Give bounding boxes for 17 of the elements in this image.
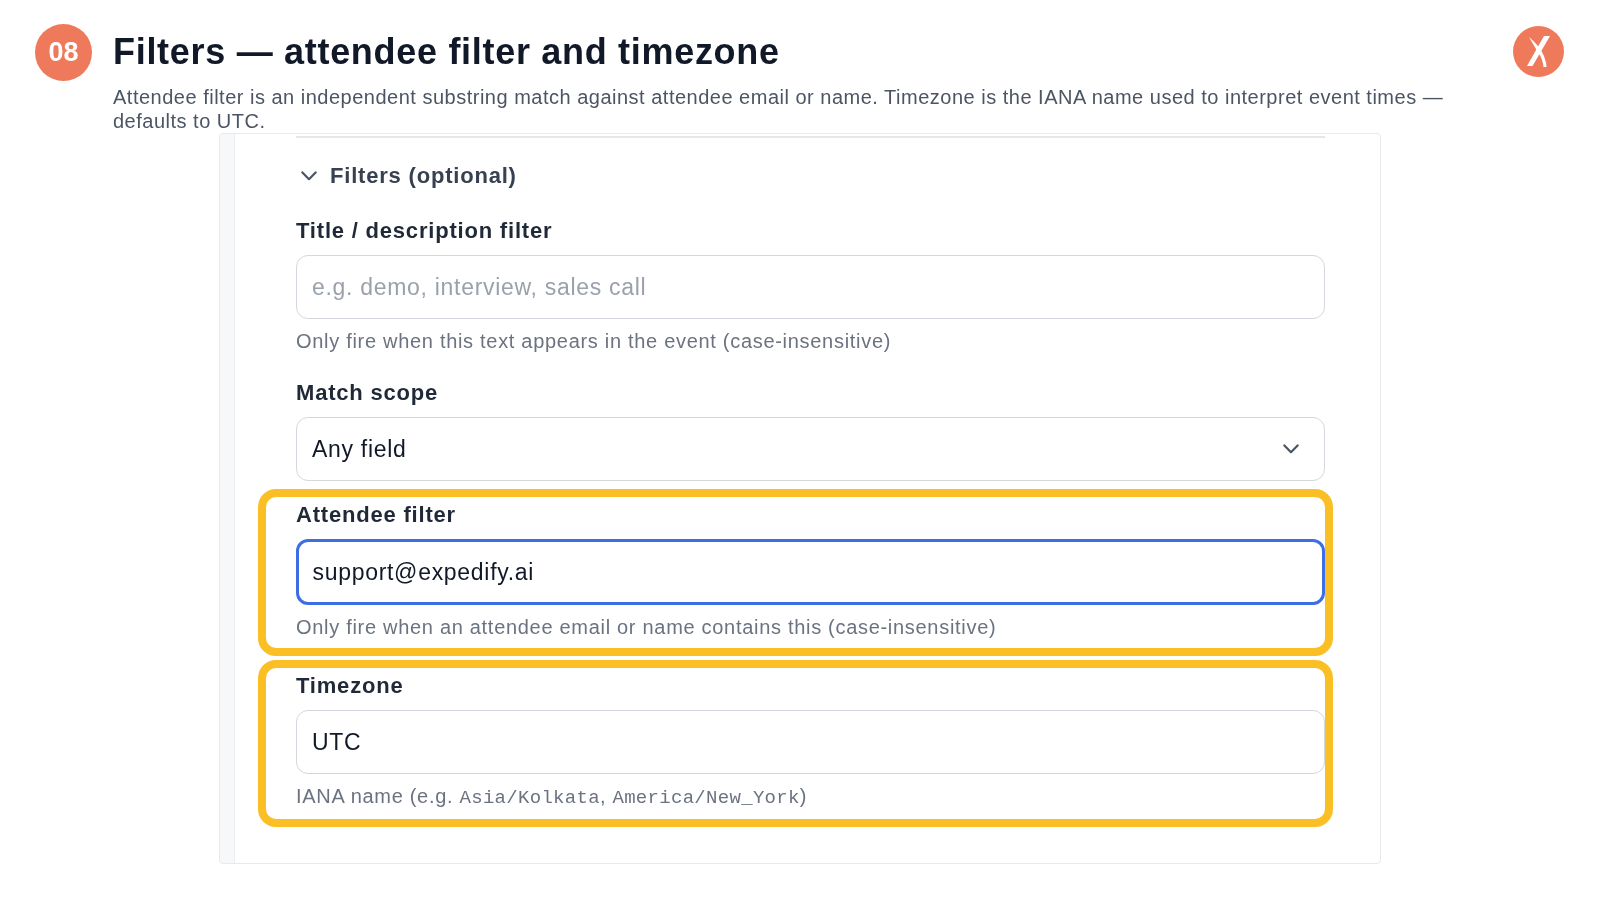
field-label: Title / description filter [296,218,554,244]
step-number-badge: 08 [35,24,92,81]
field-label: Timezone [296,673,405,699]
help-text: Only fire when an attendee email or name contains this (case-insensitive) [296,615,998,639]
dropdown[interactable]: Any field [296,417,1325,481]
field-label: Attendee filter [296,502,457,528]
slide-title: Filters — attendee filter and timezone [113,31,780,72]
field-label: Match scope [296,380,440,406]
section-toggle[interactable]: Filters (optional) [301,162,517,190]
help-text: Only fire when this text appears in the event (case-insensitive) [296,329,893,353]
chevron-down-icon [1283,444,1299,454]
help-text: IANA name (e.g. Asia/Kolkata, America/New_York) [296,784,809,810]
text-input[interactable]: UTC [296,710,1325,774]
logo-icon [1513,26,1564,77]
slide-subtitle: Attendee filter is an independent substring match against attendee email or name. Timezone is the IANA name used to interpret event times — defaults to UTC. [113,85,1445,133]
text-input[interactable]: e.g. demo, interview, sales call [296,255,1325,319]
text-input[interactable]: support@expedify.ai [296,539,1325,605]
